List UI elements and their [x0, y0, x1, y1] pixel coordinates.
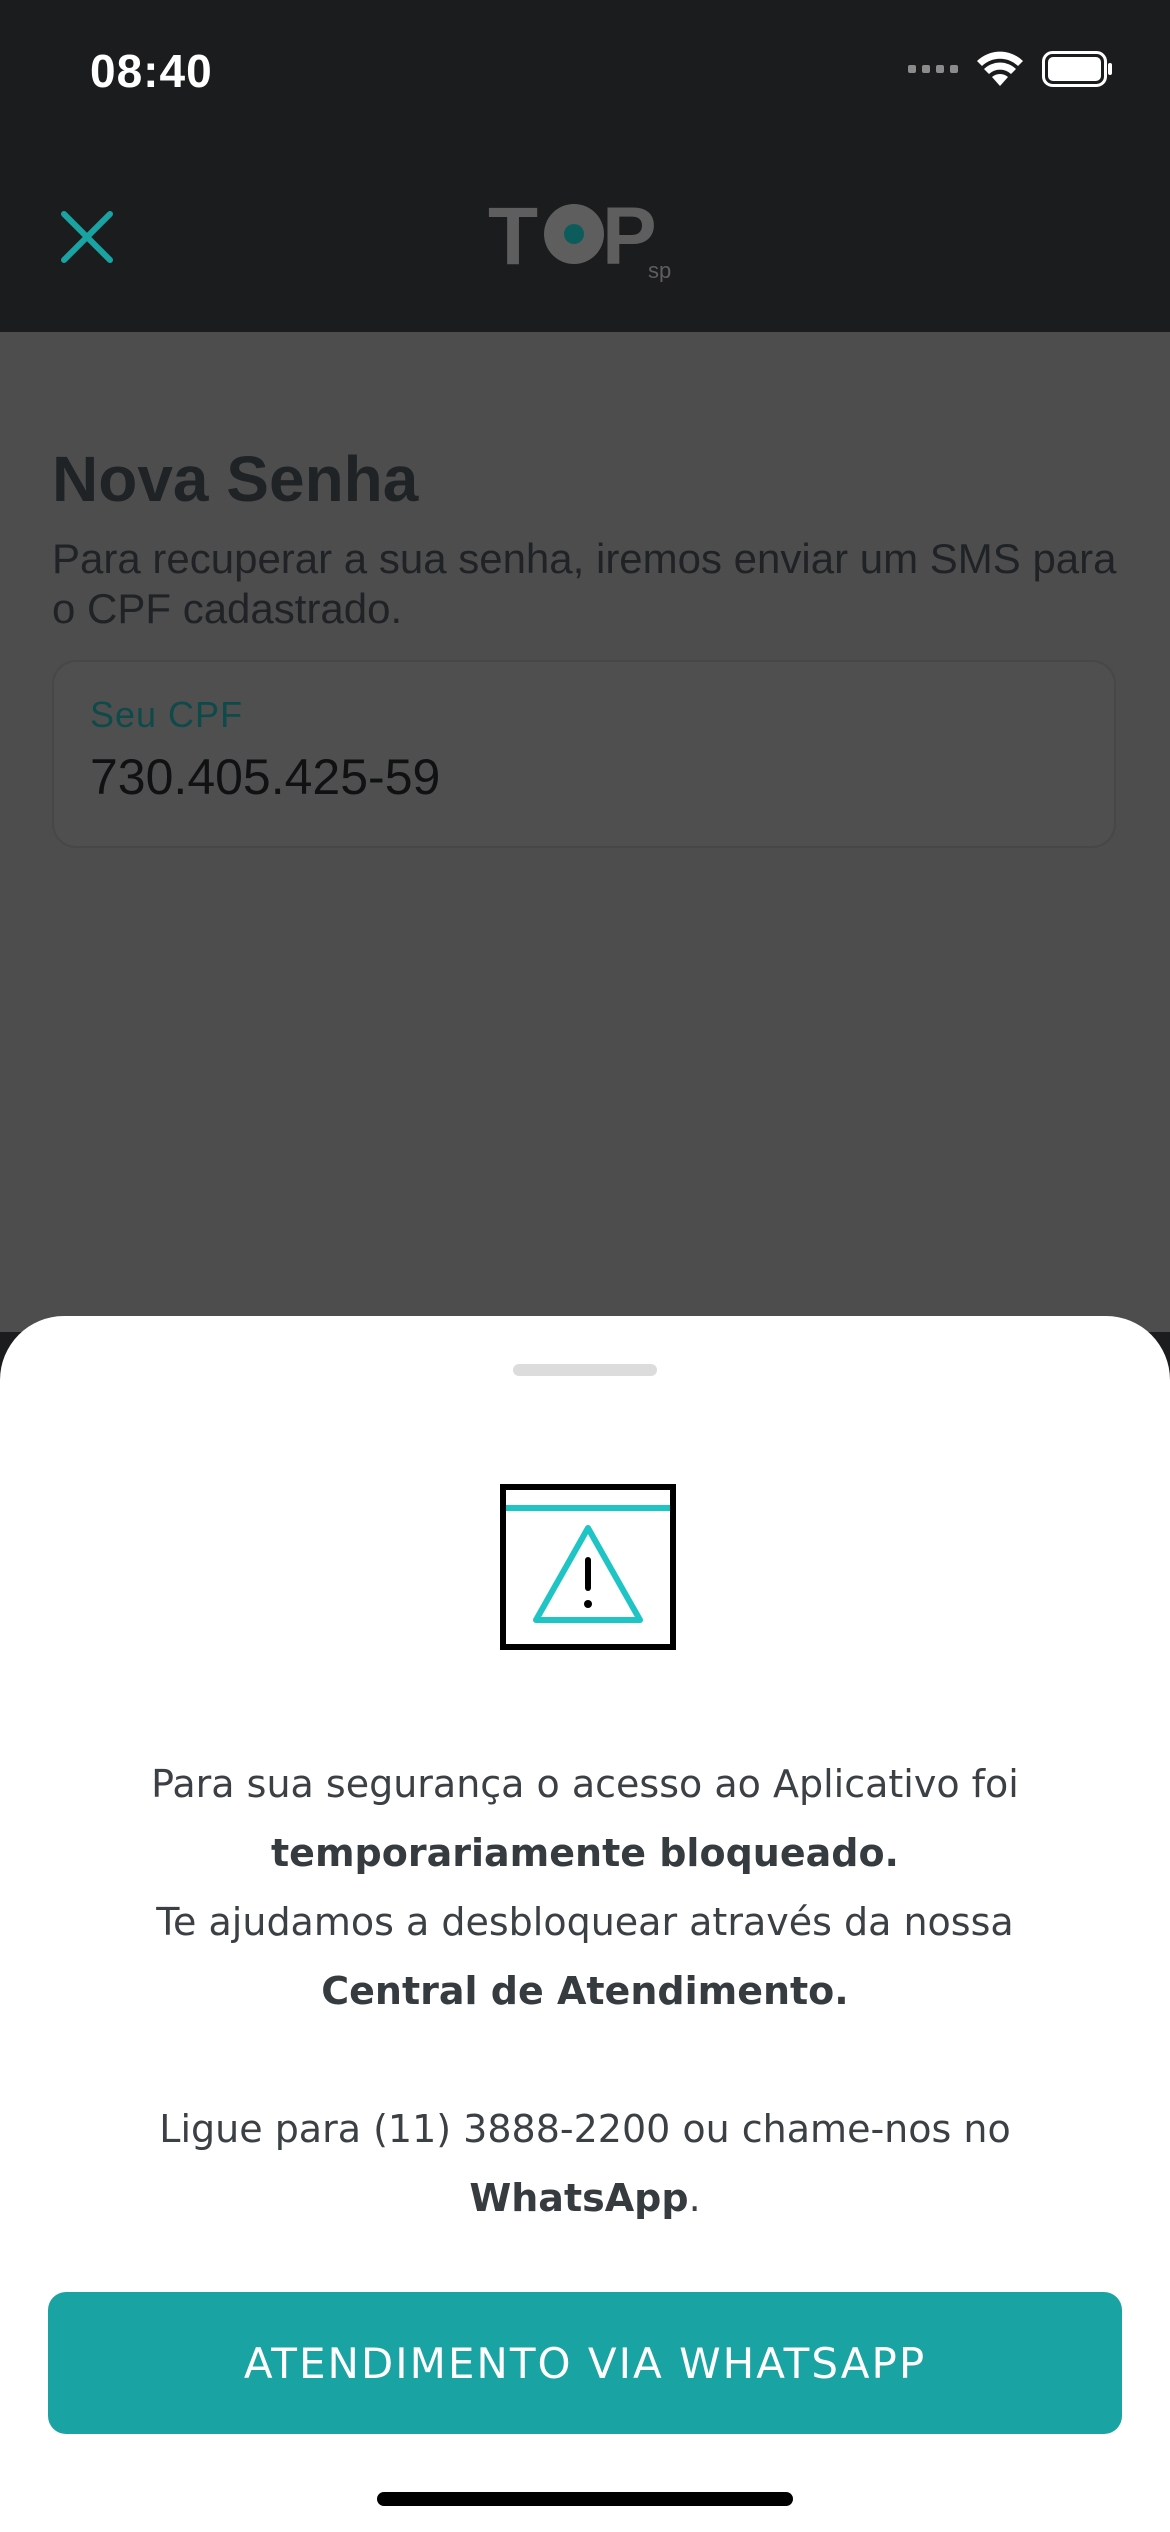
warning-window-icon [500, 1484, 676, 1650]
cpf-input[interactable]: Seu CPF 730.405.425-59 [52, 660, 1116, 848]
message-line-4: Central de Atendimento. [321, 1969, 849, 2013]
page-subtitle: Para recuperar a sua senha, iremos envia… [52, 535, 1117, 632]
sheet-drag-handle[interactable] [513, 1364, 657, 1376]
home-indicator [377, 2492, 793, 2506]
whatsapp-support-button[interactable]: ATENDIMENTO VIA WHATSAPP [48, 2292, 1122, 2434]
cpf-value: 730.405.425-59 [90, 749, 441, 805]
close-icon[interactable] [52, 202, 122, 272]
new-password-form: Nova Senha Para recuperar a sua senha, i… [0, 332, 1170, 1332]
app-header: T P sp [0, 140, 1170, 332]
status-time: 08:40 [90, 45, 213, 97]
message-line-6: WhatsApp. [469, 2176, 701, 2220]
message-line-2: temporariamente bloqueado. [271, 1831, 899, 1875]
status-bar: 08:40 [0, 0, 1170, 140]
cellular-signal-icon [908, 65, 958, 73]
cpf-label: Seu CPF [90, 694, 244, 735]
page-title: Nova Senha [52, 443, 419, 515]
blocked-access-bottom-sheet: Para sua segurança o acesso ao Aplicativ… [0, 1316, 1170, 2532]
status-icons [908, 50, 1114, 88]
battery-icon [1042, 51, 1112, 87]
message-line-5: Ligue para (11) 3888-2200 ou chame-nos n… [159, 2107, 1011, 2151]
svg-text:T: T [488, 192, 538, 282]
message-line-3: Te ajudamos a desbloquear através da nos… [156, 1900, 1014, 1944]
top-sp-logo: T P sp [488, 192, 671, 282]
svg-text:sp: sp [648, 258, 671, 282]
blocked-message: Para sua segurança o acesso ao Aplicativ… [60, 1750, 1110, 2233]
wifi-icon [977, 51, 1023, 86]
message-line-1: Para sua segurança o acesso ao Aplicativ… [151, 1762, 1019, 1806]
